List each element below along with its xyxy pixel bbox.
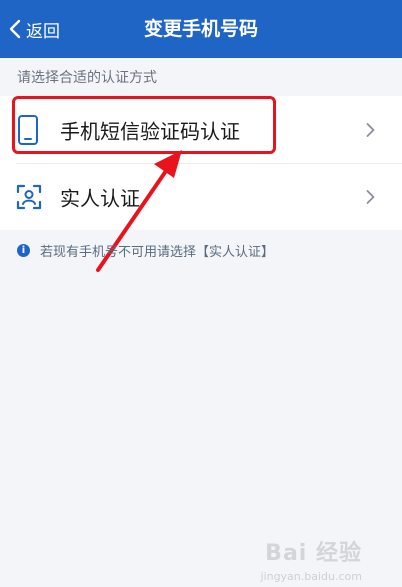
info-text: 若现有手机号不可用请选择【实人认证】 [40,245,275,260]
auth-option-list: 手机短信验证码认证 实人认证 [0,96,402,230]
annotation-arrow [96,150,182,272]
watermark: Bai 经验 [265,541,362,566]
watermark-sub: jingyan.baidu.com [260,570,362,583]
face-scan-icon [16,184,42,209]
chevron-right-icon [366,122,375,137]
info-note: i 若现有手机号不可用请选择【实人认证】 [17,241,274,260]
section-hint: 请选择合适的认证方式 [17,70,157,86]
chevron-right-icon [366,189,375,204]
page-title: 变更手机号码 [143,18,258,40]
option-sms-verification[interactable]: 手机短信验证码认证 [0,96,402,163]
navbar: 返回 变更手机号码 [0,0,402,58]
option-label: 手机短信验证码认证 [60,119,240,143]
option-face-verification[interactable]: 实人认证 [0,163,402,230]
info-icon: i [17,244,30,257]
option-label: 实人认证 [60,186,140,210]
phone-icon [18,114,38,145]
